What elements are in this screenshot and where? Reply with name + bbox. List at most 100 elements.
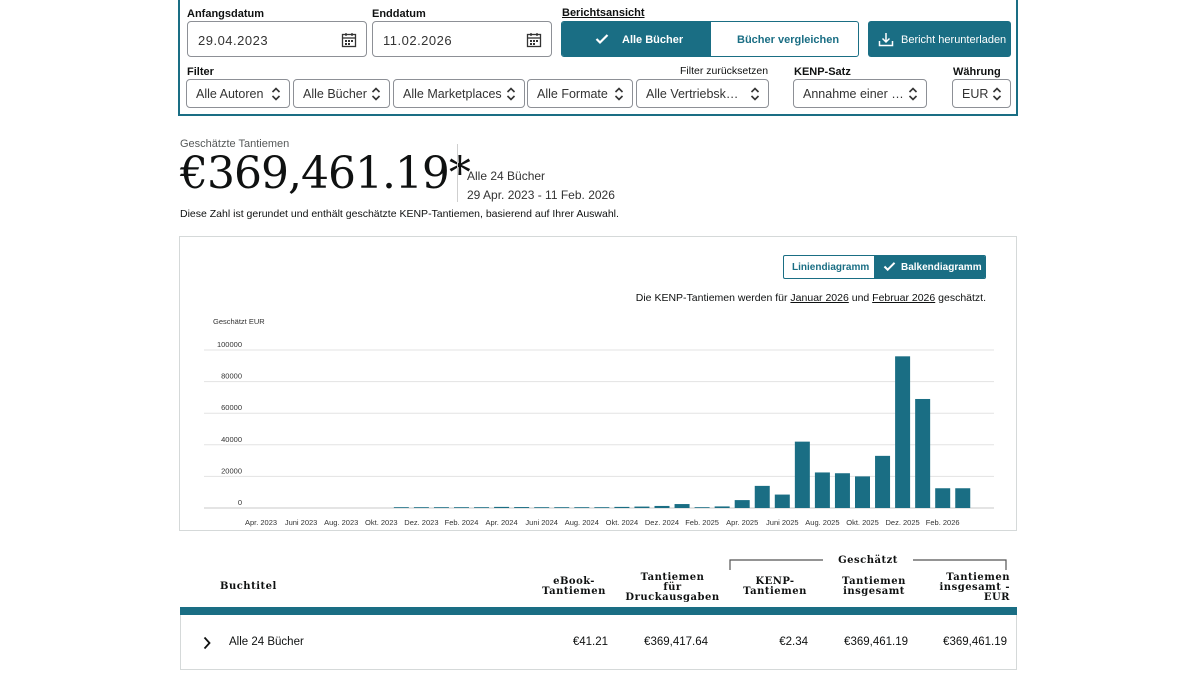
filter-label: Filter: [187, 66, 214, 78]
chart-bar: [855, 476, 870, 508]
chevron-updown-icon: [908, 87, 918, 101]
chart-bar: [955, 488, 971, 508]
compare-books-label: Bücher vergleichen: [737, 34, 840, 46]
x-tick-label: Dez. 2024: [645, 518, 679, 527]
chart-bar: [895, 356, 911, 508]
authors-select[interactable]: Alle Autoren: [186, 79, 290, 108]
x-tick-label: Juni 2023: [285, 518, 318, 527]
report-view-toggle: Alle Bücher Bücher vergleichen: [561, 21, 859, 57]
channels-select-value: Alle Vertriebsk…: [646, 87, 739, 101]
report-view-label: Berichtsansicht: [562, 7, 645, 19]
y-tick-label: 80000: [221, 372, 242, 381]
column-header-print[interactable]: Tantiemen für Druckausgaben: [625, 573, 720, 603]
x-tick-label: Juni 2025: [766, 518, 799, 527]
chevron-updown-icon: [750, 87, 760, 101]
authors-select-value: Alle Autoren: [196, 87, 264, 101]
chart-bar: [534, 507, 550, 508]
formats-select[interactable]: Alle Formate: [527, 79, 633, 108]
marketplaces-select[interactable]: Alle Marketplaces: [393, 79, 525, 108]
table-header-rule: [180, 607, 1017, 615]
chart-bar: [494, 506, 510, 508]
chart-bar: [594, 507, 610, 508]
kenp-rate-select-value: Annahme einer …: [803, 87, 904, 101]
chevron-updown-icon: [271, 87, 281, 101]
column-header-ebook[interactable]: eBook- Tantiemen: [540, 577, 608, 597]
chevron-updown-icon: [992, 87, 1002, 101]
formats-select-value: Alle Formate: [537, 87, 608, 101]
channels-select[interactable]: Alle Vertriebsk…: [636, 79, 769, 108]
chart-bar: [554, 507, 570, 508]
chevron-updown-icon: [614, 87, 624, 101]
chart-bar: [454, 507, 469, 508]
all-books-button[interactable]: Alle Bücher: [562, 22, 711, 56]
row-total-royalties: €369,461.19: [844, 636, 908, 648]
download-icon: [878, 33, 894, 47]
end-date-field[interactable]: 11.02.2026: [372, 21, 552, 57]
row-title: Alle 24 Bücher: [229, 636, 304, 648]
chart-bar: [634, 506, 650, 508]
checkmark-icon: [595, 34, 609, 45]
reset-filters-link[interactable]: Filter zurücksetzen: [680, 65, 768, 77]
column-header-kenp[interactable]: KENP- Tantiemen: [740, 577, 810, 597]
x-tick-label: Feb. 2024: [445, 518, 479, 527]
calendar-icon[interactable]: [526, 32, 542, 48]
start-date-label: Anfangsdatum: [187, 8, 264, 20]
x-tick-label: Aug. 2025: [805, 518, 839, 527]
row-total-eur: €369,461.19: [943, 636, 1007, 648]
calendar-icon[interactable]: [341, 32, 357, 48]
summary-books: Alle 24 Bücher: [467, 169, 546, 183]
chart-bar: [754, 485, 770, 508]
column-header-title[interactable]: Buchtitel: [220, 582, 277, 592]
header-line: Tantiemen: [542, 586, 606, 597]
chevron-right-icon[interactable]: [202, 636, 212, 650]
summary-note: Diese Zahl ist gerundet und enthält gesc…: [180, 208, 619, 220]
table-border: [1016, 615, 1017, 670]
royalties-bar-chart: Geschätzt EUR 0 20000 40000 60000 80000 100000…: [204, 317, 994, 527]
start-date-value: 29.04.2023: [198, 33, 269, 48]
header-line: insgesamt: [843, 586, 905, 597]
chart-bar: [654, 505, 670, 508]
x-tick-label: Dez. 2025: [885, 518, 919, 527]
estimated-royalties-amount: €369,461.19*: [180, 148, 471, 199]
y-tick-label: 100000: [217, 340, 242, 349]
header-line: EUR: [983, 592, 1010, 603]
end-date-value: 11.02.2026: [383, 33, 453, 48]
download-report-button[interactable]: Bericht herunterladen: [868, 21, 1011, 57]
chart-bar: [694, 507, 710, 508]
currency-select[interactable]: EUR: [952, 79, 1011, 108]
row-ebook-royalties: €41.21: [572, 636, 608, 648]
chart-bar: [834, 473, 850, 508]
chevron-updown-icon: [506, 87, 516, 101]
column-header-total[interactable]: Tantiemen insgesamt: [834, 577, 914, 597]
x-tick-label: Apr. 2024: [486, 518, 518, 527]
y-tick-label: 20000: [221, 466, 242, 475]
x-tick-label: Aug. 2023: [324, 518, 358, 527]
chevron-updown-icon: [371, 87, 381, 101]
y-axis-label: Geschätzt EUR: [213, 317, 265, 326]
row-kenp-royalties: €2.34: [779, 636, 808, 648]
kenp-rate-label: KENP-Satz: [794, 66, 851, 78]
y-tick-label: 60000: [221, 403, 242, 412]
start-date-field[interactable]: 29.04.2023: [187, 21, 367, 57]
chart-bar: [413, 507, 429, 508]
x-tick-label: Okt. 2023: [365, 518, 398, 527]
books-select-value: Alle Bücher: [303, 87, 367, 101]
books-select[interactable]: Alle Bücher: [293, 79, 390, 108]
x-tick-label: Feb. 2025: [685, 518, 719, 527]
chart-bar: [574, 507, 590, 508]
x-tick-label: Okt. 2024: [606, 518, 639, 527]
estimated-group-label: Geschätzt: [838, 555, 898, 566]
x-tick-label: Apr. 2025: [726, 518, 758, 527]
x-tick-label: Juni 2024: [525, 518, 558, 527]
download-report-label: Bericht herunterladen: [901, 34, 1007, 46]
chart-bar: [875, 455, 891, 508]
chart-bar: [674, 504, 690, 508]
marketplaces-select-value: Alle Marketplaces: [403, 87, 502, 101]
currency-label: Währung: [953, 66, 1001, 78]
chart-bar: [614, 506, 630, 508]
currency-select-value: EUR: [962, 87, 989, 101]
compare-books-button[interactable]: Bücher vergleichen: [711, 22, 858, 56]
x-tick-label: Okt. 2025: [846, 518, 879, 527]
column-header-total-eur[interactable]: Tantiemen insgesamt - EUR: [928, 573, 1010, 603]
kenp-rate-select[interactable]: Annahme einer …: [793, 79, 927, 108]
